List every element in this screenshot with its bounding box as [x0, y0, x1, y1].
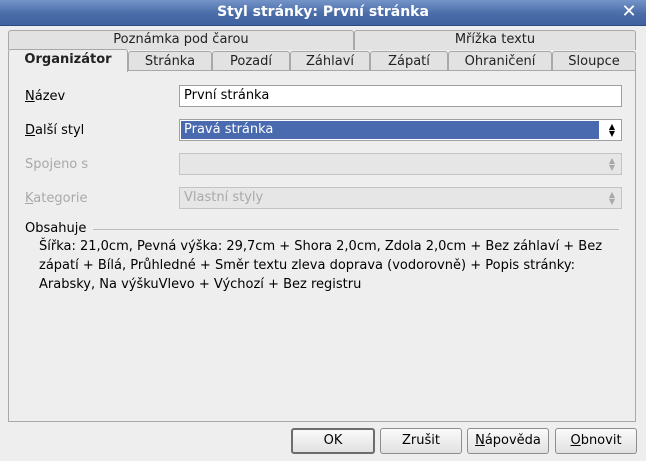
spin-arrows-icon: ▲ ▼ — [608, 122, 616, 138]
tab-columns[interactable]: Sloupce — [552, 51, 636, 71]
tab-label: Organizátor — [24, 52, 112, 67]
contains-text: Šířka: 21,0cm, Pevná výška: 29,7cm + Sho… — [39, 239, 603, 292]
spin-arrows-icon: ▲ ▼ — [608, 190, 616, 206]
reset-button[interactable]: Obnovit — [555, 428, 637, 454]
category-label: Kategorie — [25, 191, 88, 206]
linked-with-label: Spojeno s — [25, 157, 89, 172]
cancel-label: Zrušit — [402, 433, 440, 448]
organizer-panel: Název První stránka Další styl Pravá str… — [8, 70, 636, 422]
tab-header[interactable]: Záhlaví — [290, 51, 370, 71]
contains-heading: Obsahuje — [25, 221, 87, 236]
next-style-label: Další styl — [25, 123, 85, 138]
tab-text-grid[interactable]: Mřížka textu — [354, 30, 636, 50]
cancel-button[interactable]: Zrušit — [380, 428, 462, 454]
linked-with-select[interactable]: ▲ ▼ — [179, 153, 622, 175]
dialog-body: Poznámka pod čarou Mřížka textu Organizá… — [0, 26, 646, 461]
help-label: Nápověda — [475, 433, 541, 448]
tab-label: Pozadí — [230, 54, 272, 69]
close-icon[interactable]: ✕ — [620, 3, 638, 21]
tab-label: Poznámka pod čarou — [113, 32, 249, 47]
name-input[interactable]: První stránka — [179, 85, 622, 107]
tab-label: Sloupce — [568, 54, 620, 69]
tab-background[interactable]: Pozadí — [212, 51, 290, 71]
name-label: Název — [25, 89, 66, 104]
help-button[interactable]: Nápověda — [467, 428, 549, 454]
tab-label: Mřížka textu — [454, 32, 536, 47]
window-title: Styl stránky: První stránka — [217, 4, 429, 20]
tab-label: Stránka — [144, 54, 196, 69]
category-value: Vlastní styly — [184, 190, 264, 205]
next-style-select[interactable]: Pravá stránka ▲ ▼ — [179, 119, 622, 141]
tab-organizer[interactable]: Organizátor — [8, 49, 128, 72]
next-style-value: Pravá stránka — [181, 121, 599, 139]
tab-page[interactable]: Stránka — [128, 51, 212, 71]
ok-button[interactable]: OK — [291, 428, 375, 454]
section-divider — [93, 229, 619, 230]
tab-label: Záhlaví — [306, 54, 354, 69]
tab-label: Ohraničení — [464, 54, 536, 69]
category-select[interactable]: Vlastní styly ▲ ▼ — [179, 187, 622, 209]
tab-footnote[interactable]: Poznámka pod čarou — [8, 30, 354, 50]
ok-label: OK — [323, 433, 343, 448]
reset-label: Obnovit — [570, 433, 622, 448]
tab-footer[interactable]: Zápatí — [370, 51, 448, 71]
tab-label: Zápatí — [388, 54, 430, 69]
tab-borders[interactable]: Ohraničení — [448, 51, 552, 71]
spin-arrows-icon: ▲ ▼ — [608, 156, 616, 172]
title-bar: Styl stránky: První stránka ✕ — [0, 0, 646, 26]
